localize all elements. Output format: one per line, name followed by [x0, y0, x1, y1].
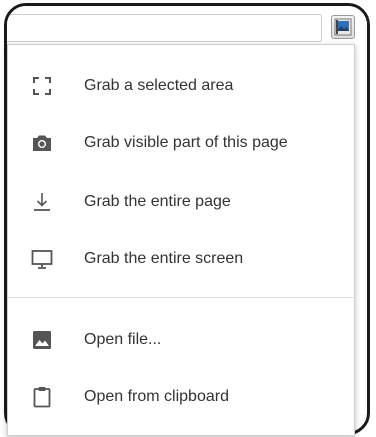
screenshot-menu: Grab a selected area Grab visible part o…	[7, 44, 355, 436]
monitor-icon	[31, 250, 53, 269]
grab-visible-part-label: Grab visible part of this page	[84, 134, 288, 151]
open-file-label: Open file...	[84, 331, 162, 348]
grab-selected-area-item[interactable]: Grab a selected area	[8, 61, 354, 111]
selection-corners-icon	[33, 77, 51, 95]
download-arrow-icon	[34, 193, 50, 211]
grab-entire-screen-item[interactable]: Grab the entire screen	[8, 234, 354, 284]
browser-toolbar	[7, 6, 367, 48]
camera-icon	[33, 135, 51, 151]
grab-entire-page-item[interactable]: Grab the entire page	[8, 177, 354, 227]
grab-selected-area-label: Grab a selected area	[84, 77, 234, 94]
open-file-item[interactable]: Open file...	[8, 315, 354, 365]
menu-separator	[8, 297, 354, 298]
open-from-clipboard-label: Open from clipboard	[84, 388, 229, 405]
grab-entire-page-label: Grab the entire page	[84, 193, 231, 210]
image-icon	[33, 331, 51, 349]
clipboard-icon	[33, 387, 51, 408]
grab-entire-screen-label: Grab the entire screen	[84, 250, 244, 267]
address-bar[interactable]	[7, 14, 322, 42]
screenshot-extension-icon	[334, 18, 352, 36]
grab-visible-part-item[interactable]: Grab visible part of this page	[8, 118, 354, 168]
open-from-clipboard-item[interactable]: Open from clipboard	[8, 372, 354, 422]
screenshot-extension-button[interactable]	[331, 15, 355, 39]
